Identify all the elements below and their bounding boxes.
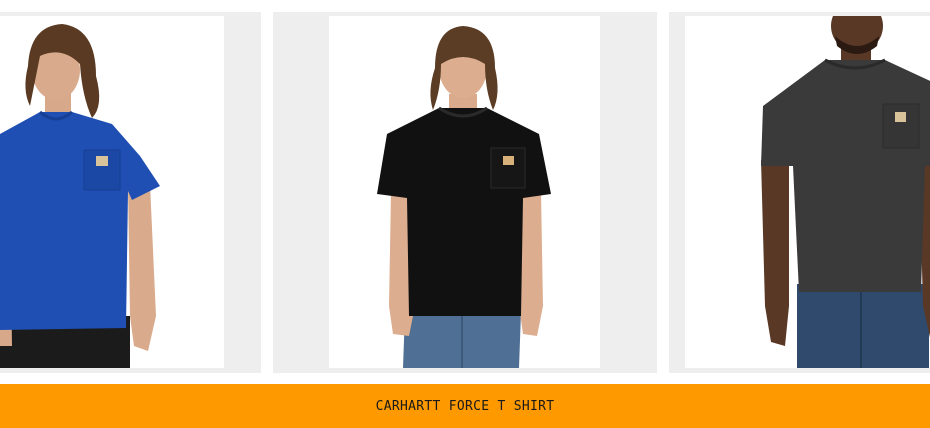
pocket-logo-icon — [503, 156, 514, 165]
product-title-banner[interactable]: CARHARTT FORCE T SHIRT — [0, 384, 930, 428]
product-image-black[interactable] — [329, 16, 600, 368]
product-title[interactable]: CARHARTT FORCE T SHIRT — [376, 399, 555, 414]
model-blue-shirt-illustration — [0, 24, 160, 368]
product-card-gray[interactable] — [669, 12, 930, 373]
product-image-gray[interactable] — [685, 16, 930, 368]
model-gray-shirt-illustration — [761, 16, 930, 368]
model-black-shirt-illustration — [377, 26, 551, 368]
product-image-blue[interactable] — [0, 16, 224, 368]
product-gallery — [0, 0, 930, 384]
pocket-logo-icon — [895, 112, 906, 122]
product-card-blue[interactable] — [0, 12, 261, 373]
pocket-logo-icon — [96, 156, 108, 166]
product-card-black[interactable] — [273, 12, 657, 373]
